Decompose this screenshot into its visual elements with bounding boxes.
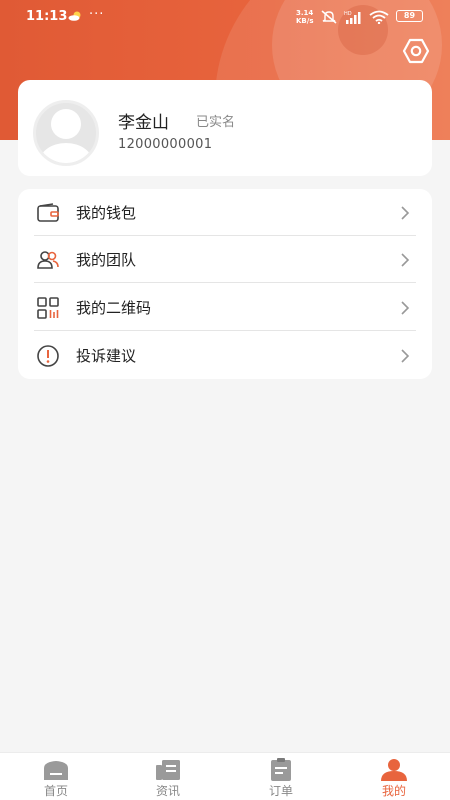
complaint-icon: [37, 345, 59, 367]
menu-item-label: 我的二维码: [76, 299, 152, 317]
profile-icon: [381, 759, 407, 781]
wallet-icon: [37, 203, 59, 222]
profile-card[interactable]: 李金山 已实名 12000000001: [18, 80, 432, 176]
tab-label: 订单: [268, 784, 293, 798]
avatar-head: [51, 109, 81, 139]
news-icon: [156, 760, 180, 780]
signal-icon: HD: [344, 11, 361, 24]
menu-item-label: 我的钱包: [76, 204, 137, 222]
menu-item-label: 我的团队: [76, 251, 137, 269]
divider: [34, 282, 416, 283]
status-bar: 11:13 ··· 3.14 KB/s HD 89: [0, 0, 450, 34]
menu-item-complaint[interactable]: 投诉建议: [18, 332, 432, 379]
chevron-right-icon: [401, 206, 410, 220]
network-speed-value: 3.14: [296, 9, 314, 17]
network-speed: 3.14 KB/s: [296, 9, 313, 25]
chevron-right-icon: [401, 301, 410, 315]
wifi-icon: [369, 10, 389, 24]
avatar[interactable]: [33, 100, 99, 166]
user-phone: 12000000001: [118, 137, 213, 152]
tab-label: 我的: [381, 784, 406, 798]
settings-icon[interactable]: [402, 37, 430, 65]
tab-news[interactable]: 资讯: [112, 753, 224, 800]
team-icon: [37, 251, 59, 269]
chevron-right-icon: [401, 349, 410, 363]
status-time: 11:13: [26, 9, 68, 24]
battery-indicator: 89: [396, 10, 423, 22]
status-more-dots: ···: [89, 7, 105, 22]
tab-label: 资讯: [155, 784, 180, 798]
menu-item-wallet[interactable]: 我的钱包: [18, 189, 432, 236]
menu-item-qrcode[interactable]: 我的二维码: [18, 284, 432, 331]
order-icon: [271, 758, 291, 781]
divider: [34, 330, 416, 331]
tab-orders[interactable]: 订单: [225, 753, 337, 800]
home-icon: [44, 761, 68, 780]
tab-label: 首页: [43, 784, 68, 798]
verified-badge: 已实名: [196, 115, 236, 130]
avatar-body: [39, 143, 93, 163]
tab-home[interactable]: 首页: [0, 753, 112, 800]
menu-card: 我的钱包 我的团队 我的二维码 投诉建议: [18, 189, 432, 379]
network-speed-unit: KB/s: [296, 17, 314, 25]
menu-item-team[interactable]: 我的团队: [18, 236, 432, 283]
menu-item-label: 投诉建议: [76, 347, 137, 365]
weather-icon: [68, 11, 81, 21]
tab-mine[interactable]: 我的: [338, 753, 450, 800]
user-name: 李金山: [118, 113, 169, 133]
bottom-tab-bar: 首页 资讯 订单 我的: [0, 752, 450, 800]
qrcode-icon: [37, 297, 59, 319]
chevron-right-icon: [401, 253, 410, 267]
signal-label: HD: [344, 11, 352, 17]
mute-icon: [321, 10, 337, 24]
